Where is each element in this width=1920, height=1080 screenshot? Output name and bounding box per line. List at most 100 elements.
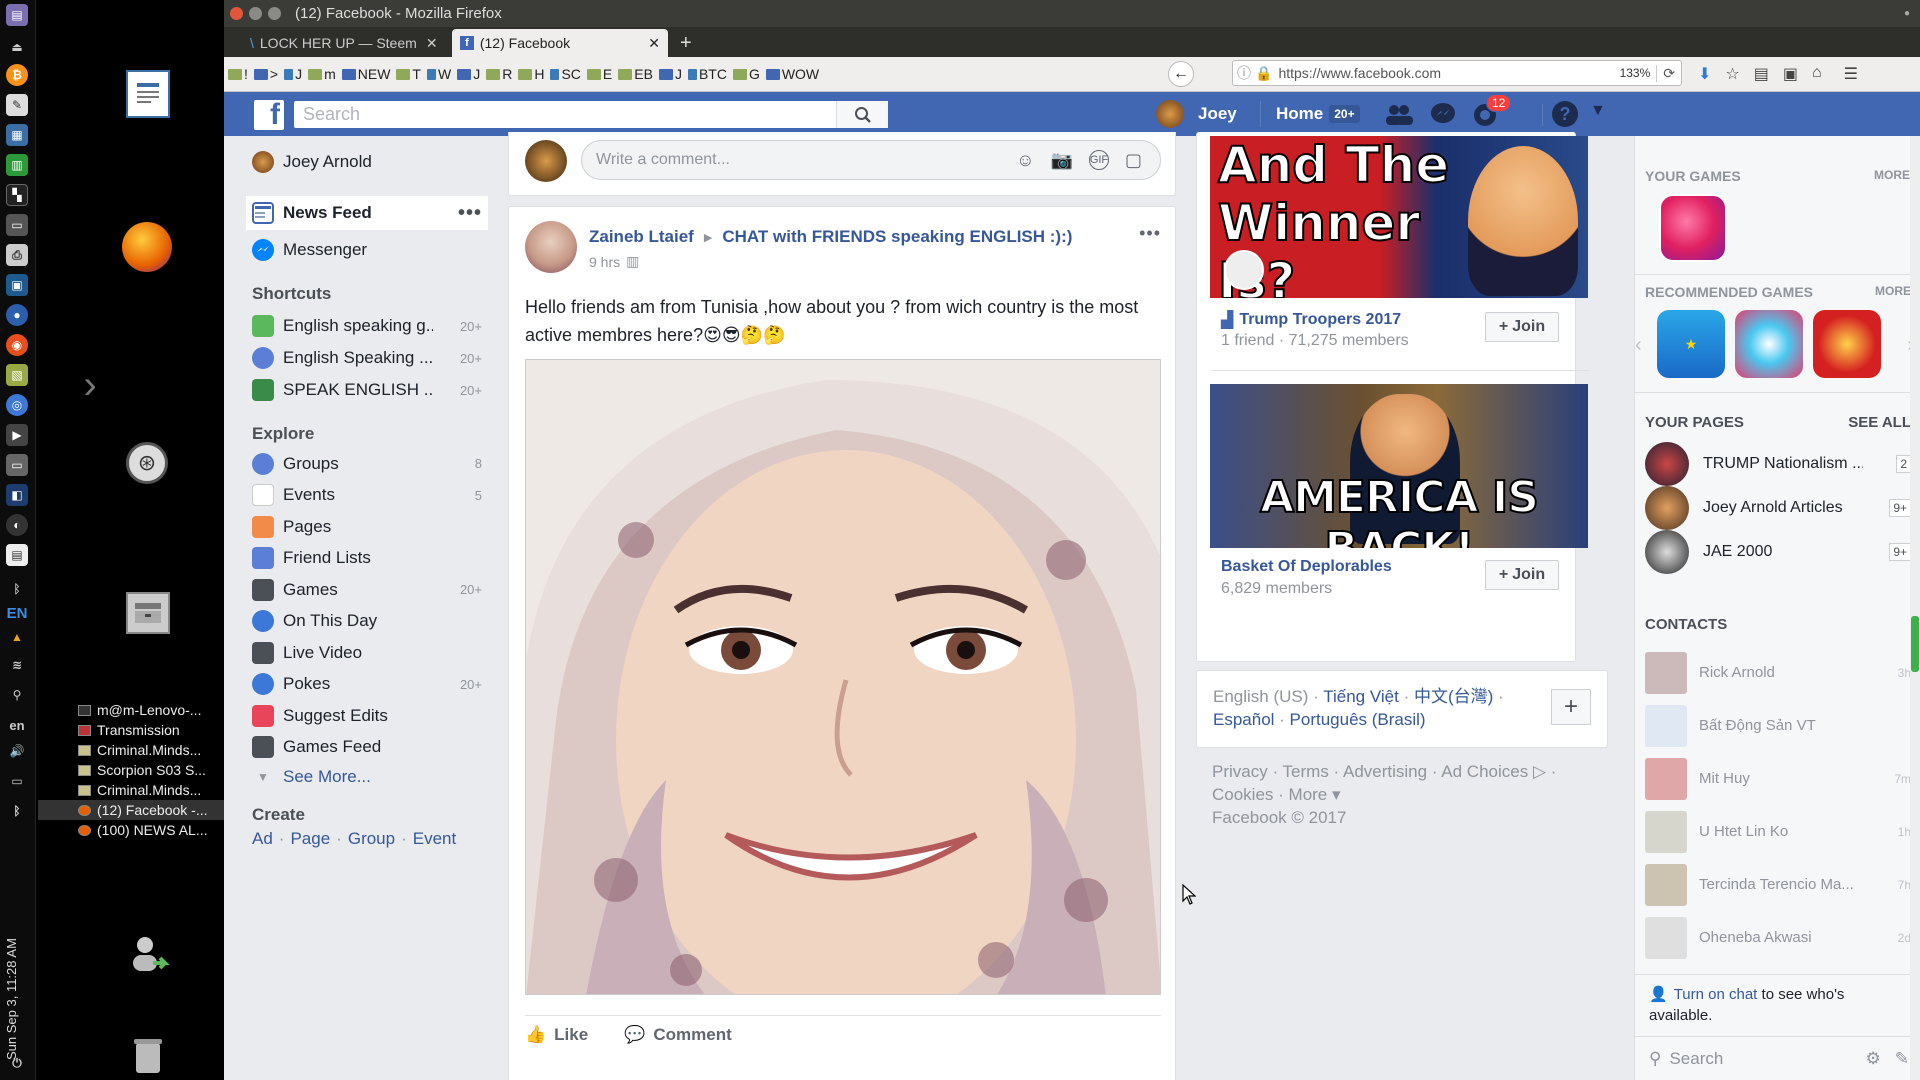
window-list-item[interactable]: Scorpion S03 S... [38,760,224,780]
code-icon[interactable]: ◧ [6,484,28,506]
grid-app-icon[interactable]: ▚ [6,184,28,206]
download-icon[interactable]: ⬇ [1698,64,1711,84]
join-group-button[interactable]: + Join [1485,312,1559,342]
power-icon[interactable]: ⏻ [6,1052,28,1074]
usb-icon[interactable]: ⚲ [6,684,28,706]
maximize-window-button[interactable] [268,7,281,20]
more-options-icon[interactable]: ••• [458,202,482,225]
like-button[interactable]: 👍 Like [525,1025,588,1045]
facebook-search-box[interactable] [294,101,888,128]
window-list-item[interactable]: Criminal.Minds... [38,780,224,800]
page-scrollbar[interactable] [1910,136,1920,1080]
sidebar-item-suggest-edits[interactable]: Suggest Edits [246,700,488,732]
keyboard-layout-small[interactable]: en [6,714,28,736]
sidebar-item-friend-lists[interactable]: Friend Lists [246,543,488,575]
turn-on-chat-link[interactable]: Turn on chat [1674,986,1758,1003]
user-name-link[interactable]: Joey [1198,104,1237,124]
bookmark-item[interactable]: EB [618,66,653,82]
slots-game-icon[interactable] [1813,310,1881,378]
launcher-app-icon[interactable]: ▤ [6,4,28,26]
bitcoin-icon[interactable]: ₿ [6,64,28,86]
group-image-america[interactable]: AMERICA IS BACK! [1210,384,1588,548]
emoji-icon[interactable]: ☺ [1016,150,1034,171]
bookmark-item[interactable]: W [426,66,451,82]
post-timestamp[interactable]: 9 hrs [589,254,620,270]
window-list-item[interactable]: m@m-Lenovo-... [38,700,224,720]
clock[interactable]: Sun Sep 3, 11:28 AM [4,938,28,1060]
more-link[interactable]: MORE [1875,284,1911,300]
bookmark-item[interactable]: NEW [341,66,390,82]
archive-desktop-icon[interactable] [126,592,170,634]
tab-steem[interactable]: \ LOCK HER UP — Steem ✕ [242,29,456,57]
post-options-icon[interactable]: ••• [1139,223,1161,244]
bookmark-item[interactable]: H [518,66,544,82]
trash-desktop-icon[interactable] [130,1036,166,1076]
language-link[interactable]: 中文(台灣) [1414,687,1493,706]
sticker-icon[interactable]: ▢ [1125,150,1142,171]
bookmark-item[interactable]: T [396,66,421,82]
calc-icon[interactable]: ▦ [6,124,28,146]
minimize-window-button[interactable] [249,7,262,20]
sidebar-item-pokes[interactable]: Pokes 20+ [246,669,488,701]
close-window-button[interactable] [230,7,243,20]
window-list-item[interactable]: (100) NEWS AL... [38,820,224,840]
chromium-icon[interactable]: ◎ [6,394,28,416]
bookmark-item[interactable]: G [732,66,760,82]
chat-search-box[interactable]: ⚲ Search ⚙ ✎ [1635,1036,1920,1080]
sidebar-item-events[interactable]: Events 5 [246,480,488,512]
page-item[interactable]: TRUMP Nationalism ... 2 [1635,442,1920,486]
join-group-button[interactable]: + Join [1485,560,1559,590]
friend-requests-icon[interactable] [1384,103,1414,125]
home-icon[interactable]: ⌂ [1812,64,1822,84]
shortcut-item[interactable]: English speaking g... 20+ [246,310,488,342]
bookmark-item[interactable]: BTC [687,66,727,82]
add-language-button[interactable]: + [1551,689,1591,725]
spreadsheet-icon[interactable]: ▥ [6,154,28,176]
editor-icon[interactable]: ✎ [6,94,28,116]
sidebar-item-messenger[interactable]: Messenger [246,234,488,266]
ubuntu-desktop-icon[interactable]: ⊛ [126,442,168,484]
display-icon[interactable]: ▭ [6,454,28,476]
bluetooth-icon[interactable]: ᛒ [6,578,28,600]
candy-crush-game-icon[interactable] [1659,194,1727,262]
bookmark-item[interactable]: m [308,66,336,82]
page-item[interactable]: JAE 2000 9+ [1635,530,1920,574]
firefox-small-icon[interactable]: ◉ [6,334,28,356]
footer-link[interactable]: More [1289,785,1328,804]
steam-icon[interactable]: ◐ [6,514,28,536]
zoom-level[interactable]: 133% [1620,66,1651,80]
chrome-blue-icon[interactable]: ● [6,304,28,326]
sidebar-item-pages[interactable]: Pages [246,511,488,543]
see-all-link[interactable]: SEE ALL [1848,414,1911,431]
post-author-avatar[interactable] [525,221,577,273]
contact-item[interactable]: Rick Arnold 3h [1635,646,1920,699]
chevron-right-icon[interactable]: › [78,360,102,410]
bookmark-item[interactable]: > [253,66,278,82]
footer-link[interactable]: Cookies [1212,785,1273,804]
bookmark-item[interactable]: R [486,66,512,82]
tab-facebook[interactable]: f (12) Facebook ✕ [452,29,668,57]
sidebar-item-on-this-day[interactable]: On This Day [246,606,488,638]
contact-item[interactable]: U Htet Lin Ko 1h [1635,805,1920,858]
page-item[interactable]: Joey Arnold Articles 9+ [1635,486,1920,530]
sidebar-item-games[interactable]: Games 20+ [246,574,488,606]
bookmark-item[interactable]: J [457,66,480,82]
document-desktop-icon[interactable] [126,70,170,118]
create-link[interactable]: Event [413,829,456,849]
contact-item[interactable]: Bất Động Sản VT [1635,699,1920,752]
camera-icon[interactable]: 📷 [1051,150,1073,171]
language-link[interactable]: Tiếng Việt [1323,687,1399,706]
menu-hamburger-icon[interactable]: ☰ [1844,64,1858,84]
footer-link[interactable]: Terms [1283,762,1329,781]
sidebar-item-live-video[interactable]: Live Video [246,637,488,669]
shortcut-item[interactable]: SPEAK ENGLISH ... 20+ [246,374,488,406]
save-icon[interactable]: ▤ [6,544,28,566]
messenger-icon[interactable] [1430,102,1456,126]
close-tab-icon[interactable]: ✕ [426,35,438,52]
url-bar[interactable]: ⓘ 🔒 https://www.facebook.com 133% ⟳ [1232,60,1682,86]
window-list-item[interactable]: (12) Facebook -... [38,800,224,820]
post-group-link[interactable]: CHAT with FRIENDS speaking ENGLISH :):) [722,227,1072,247]
bookmark-item[interactable]: J [284,66,302,82]
language-link[interactable]: Português (Brasil) [1290,710,1426,729]
bookmark-item[interactable]: J [658,66,682,82]
